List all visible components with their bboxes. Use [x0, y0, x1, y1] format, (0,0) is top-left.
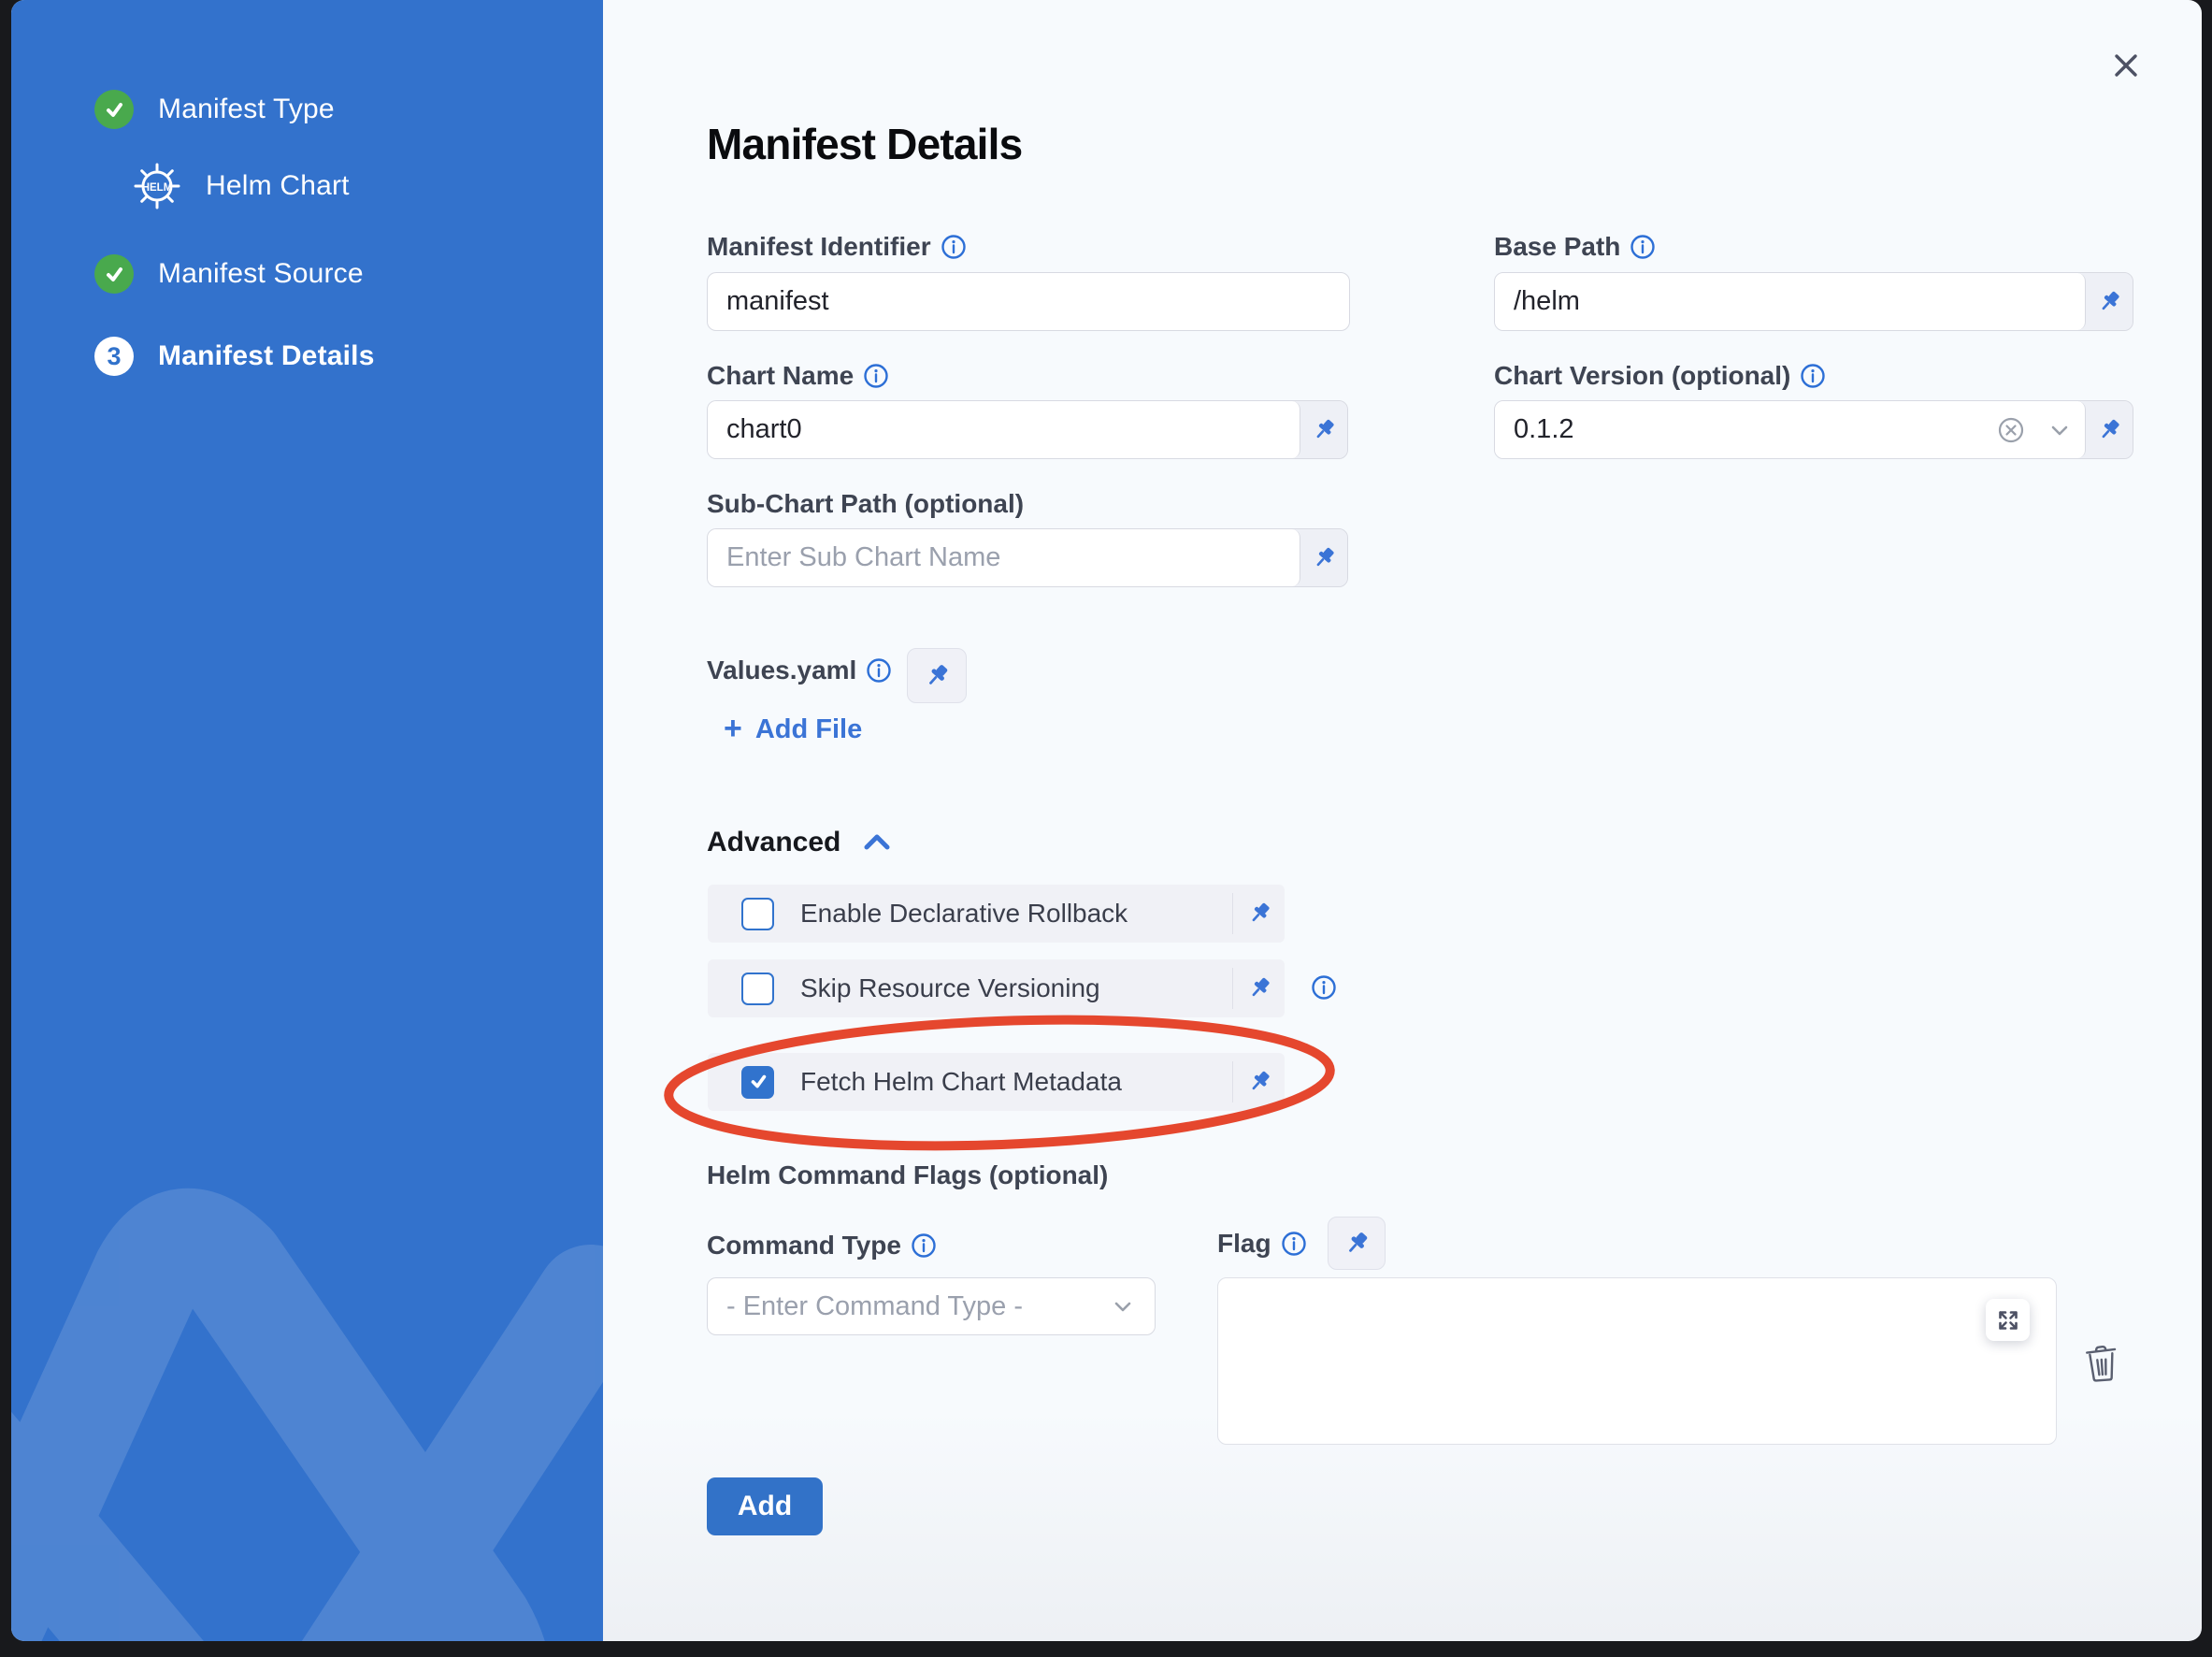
helm-icon: HELM	[133, 162, 181, 210]
chevron-down-icon[interactable]	[2047, 418, 2072, 442]
step-number-badge: 3	[94, 337, 134, 376]
step-complete-icon	[94, 90, 134, 129]
pin-icon[interactable]	[2086, 401, 2133, 458]
command-type-label: Command Type	[707, 1231, 937, 1261]
add-button[interactable]: Add	[707, 1477, 823, 1535]
info-icon	[863, 363, 889, 389]
step-label: Manifest Type	[158, 94, 335, 125]
step-label: Manifest Source	[158, 258, 364, 290]
info-icon	[941, 234, 967, 260]
chart-name-input[interactable]	[708, 401, 1300, 458]
svg-text:HELM: HELM	[142, 182, 173, 194]
flag-label: Flag	[1217, 1229, 1307, 1259]
chevron-up-icon	[861, 830, 893, 855]
pin-icon[interactable]	[1300, 401, 1347, 458]
pin-icon[interactable]	[1233, 975, 1285, 1001]
chart-version-field	[1494, 400, 2133, 459]
command-type-select-wrap: - Enter Command Type -	[707, 1277, 1156, 1335]
sub-chart-path-field	[707, 528, 1348, 587]
trash-icon[interactable]	[2081, 1341, 2122, 1384]
sidebar-step-manifest-details[interactable]: 3 Manifest Details	[94, 337, 375, 376]
checkbox-unchecked[interactable]	[741, 898, 774, 930]
info-icon	[911, 1232, 937, 1259]
sidebar-step-helm-chart[interactable]: HELM Helm Chart	[133, 162, 350, 210]
command-type-select[interactable]: - Enter Command Type -	[707, 1277, 1156, 1335]
checkbox-unchecked[interactable]	[741, 973, 774, 1005]
checkbox-checked[interactable]	[741, 1066, 774, 1099]
wizard-sidebar: Manifest Type HELM	[11, 0, 603, 1641]
sidebar-step-manifest-source[interactable]: Manifest Source	[94, 254, 364, 294]
pin-icon	[923, 662, 951, 690]
harness-logo-watermark	[11, 1188, 603, 1641]
pin-icon	[1343, 1230, 1371, 1258]
flag-textarea[interactable]	[1217, 1277, 2057, 1445]
sub-chart-path-label: Sub-Chart Path (optional)	[707, 489, 1024, 519]
pin-icon[interactable]	[1300, 529, 1347, 586]
info-icon	[866, 657, 892, 684]
step-label: Helm Chart	[206, 170, 350, 202]
values-yaml-pin-button[interactable]	[907, 648, 967, 703]
sidebar-step-manifest-type[interactable]: Manifest Type	[94, 90, 335, 129]
manifest-details-modal: Manifest Type HELM	[11, 0, 2202, 1641]
base-path-input[interactable]	[1495, 273, 2085, 330]
chart-version-label: Chart Version (optional)	[1494, 361, 1826, 391]
flag-pin-button[interactable]	[1328, 1217, 1386, 1270]
add-file-button[interactable]: + Add File	[724, 714, 862, 745]
plus-icon: +	[724, 713, 742, 744]
manifest-identifier-label: Manifest Identifier	[707, 232, 967, 262]
pin-icon[interactable]	[1233, 901, 1285, 927]
manifest-identifier-input[interactable]	[707, 272, 1350, 331]
pin-icon[interactable]	[1233, 1069, 1285, 1095]
helm-command-flags-label: Helm Command Flags (optional)	[707, 1160, 1108, 1190]
pin-icon[interactable]	[2086, 273, 2133, 330]
base-path-field	[1494, 272, 2133, 331]
step-complete-icon	[94, 254, 134, 294]
base-path-label: Base Path	[1494, 232, 1656, 262]
info-icon	[1281, 1231, 1307, 1257]
info-icon	[1630, 234, 1656, 260]
info-icon	[1800, 363, 1826, 389]
option-fetch-helm-chart-metadata[interactable]: Fetch Helm Chart Metadata	[708, 1053, 1285, 1111]
values-yaml-label: Values.yaml	[707, 656, 892, 685]
info-icon[interactable]	[1311, 974, 1337, 1001]
advanced-toggle[interactable]: Advanced	[707, 827, 893, 858]
close-icon[interactable]	[2105, 45, 2147, 86]
option-skip-resource-versioning[interactable]: Skip Resource Versioning	[708, 959, 1285, 1017]
page-title: Manifest Details	[707, 119, 1022, 169]
chart-name-label: Chart Name	[707, 361, 889, 391]
clear-icon[interactable]	[1997, 416, 2025, 444]
option-enable-declarative-rollback[interactable]: Enable Declarative Rollback	[708, 885, 1285, 943]
expand-icon[interactable]	[1986, 1299, 2030, 1341]
sub-chart-path-input[interactable]	[708, 529, 1300, 586]
step-label: Manifest Details	[158, 340, 375, 372]
chart-name-field	[707, 400, 1348, 459]
